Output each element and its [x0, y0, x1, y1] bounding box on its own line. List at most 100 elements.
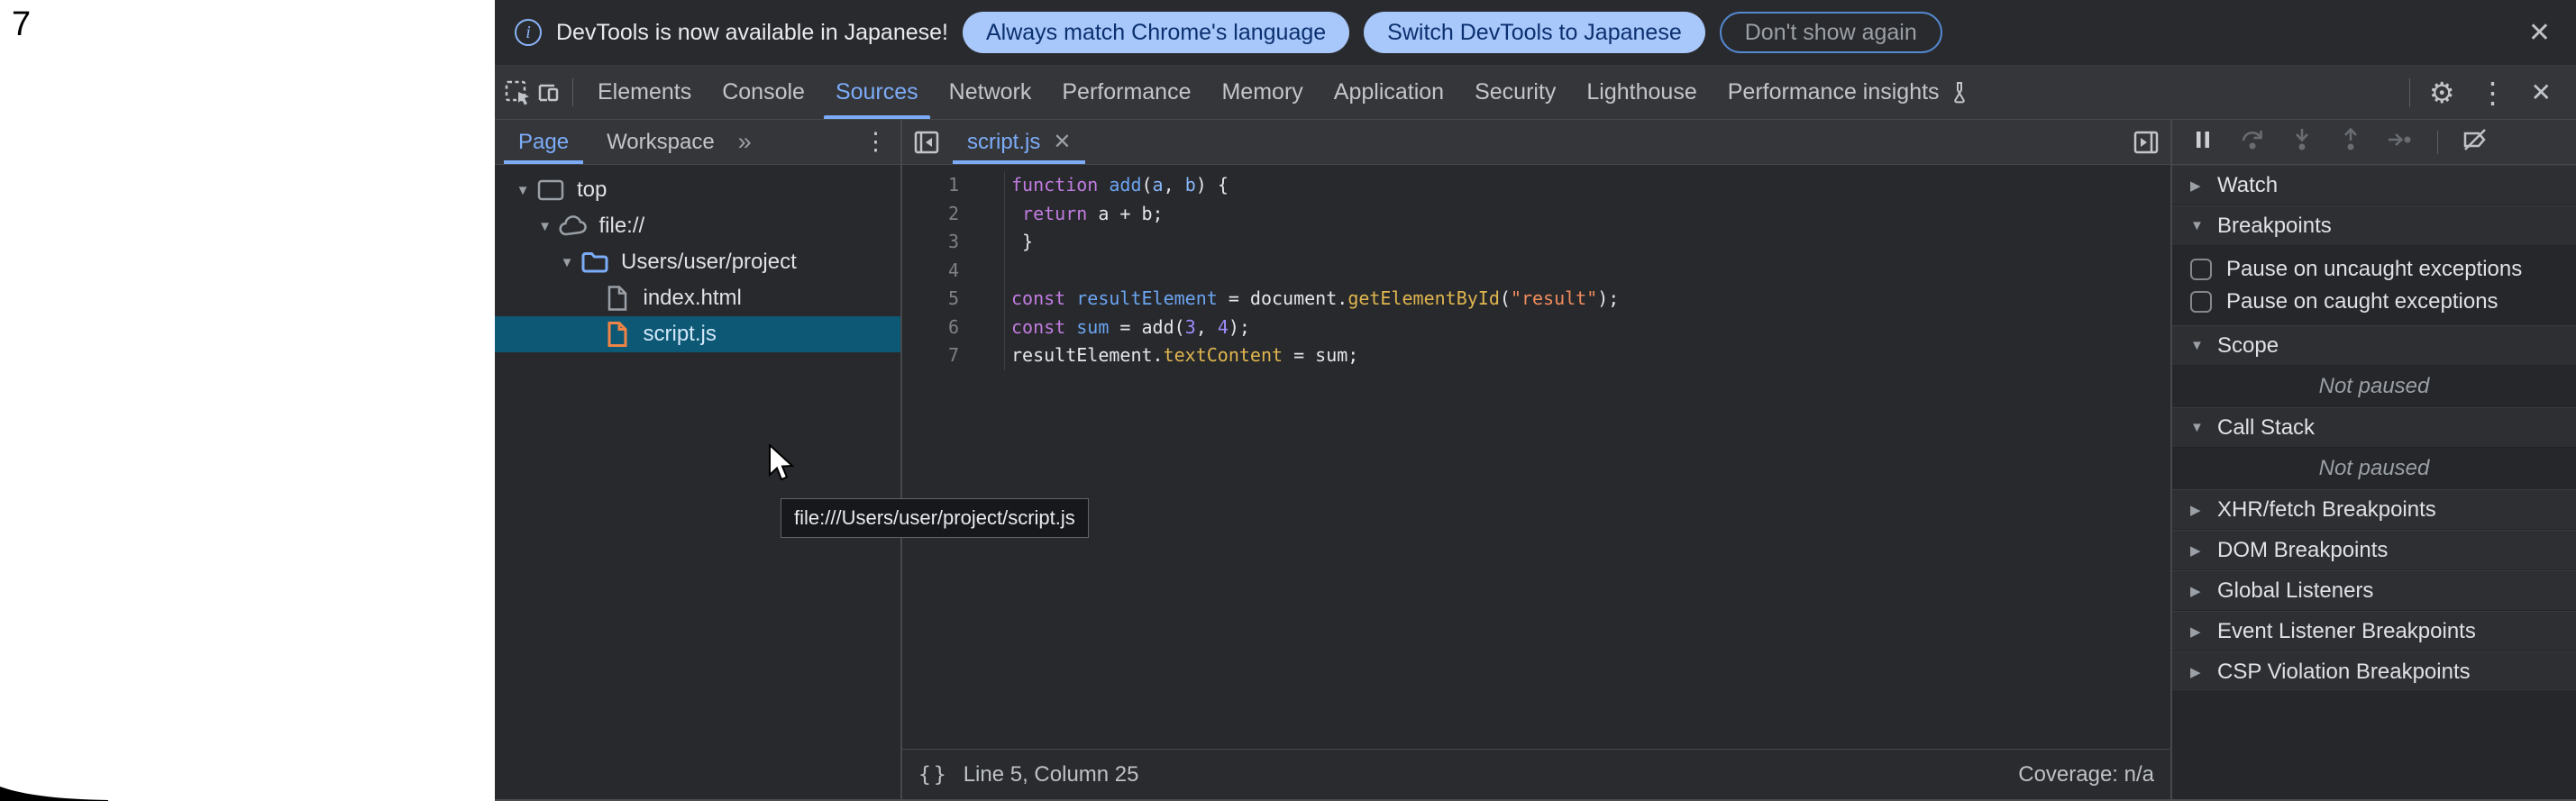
more-tabs-icon[interactable]: » [729, 120, 761, 164]
line-number[interactable]: 4 [902, 257, 1005, 286]
navigator-toolbar: PageWorkspace » ⋮ [495, 120, 900, 165]
code-line-3: 3 } [902, 228, 2170, 257]
toggle-navigator-icon[interactable] [902, 120, 951, 164]
line-number[interactable]: 6 [902, 314, 1005, 342]
editor-tab-close-icon[interactable]: ✕ [1053, 129, 1071, 155]
step-icon[interactable] [2387, 127, 2414, 157]
step-out-icon[interactable] [2338, 127, 2363, 157]
settings-gear-icon[interactable]: ⚙ [2417, 76, 2467, 110]
section-header-call-stack[interactable]: ▼Call Stack [2172, 407, 2576, 448]
dont-show-again-button[interactable]: Don't show again [1720, 12, 1942, 53]
tab-label: Performance [1062, 79, 1191, 105]
kebab-menu-icon[interactable]: ⋮ [2467, 76, 2519, 110]
debugger-sections: ▶Watch▼Breakpoints Pause on uncaught exce… [2172, 165, 2576, 799]
collapsed-triangle-icon: ▶ [2190, 502, 2217, 518]
code-text: const resultElement = document.getElemen… [1005, 285, 1619, 314]
devtools-close-icon[interactable]: ✕ [2519, 77, 2563, 107]
debugger-toolbar [2172, 120, 2576, 165]
step-over-icon[interactable] [2239, 127, 2266, 157]
infobar-close-icon[interactable]: ✕ [2523, 17, 2556, 49]
tab-security[interactable]: Security [1459, 66, 1571, 119]
devtools-window: i DevTools is now available in Japanese!… [495, 0, 2576, 801]
checkbox-label: Pause on uncaught exceptions [2226, 257, 2522, 282]
tree-item-index-html[interactable]: index.html [495, 280, 900, 316]
code-text: const sum = add(3, 4); [1005, 314, 1250, 342]
cursor-position-text: Line 5, Column 25 [964, 762, 1139, 787]
tree-item-label: script.js [644, 322, 717, 347]
section-header-csp-violation-breakpoints[interactable]: ▶CSP Violation Breakpoints [2172, 651, 2576, 692]
tab-performance[interactable]: Performance [1046, 66, 1206, 119]
tab-label: Sources [836, 79, 918, 105]
collapsed-triangle-icon: ▶ [2190, 542, 2217, 559]
file-html-icon [601, 285, 634, 312]
tree-item-top[interactable]: ▼top [495, 172, 900, 208]
section-title: Call Stack [2217, 415, 2315, 441]
tree-item-label: index.html [644, 286, 742, 311]
section-header-dom-breakpoints[interactable]: ▶DOM Breakpoints [2172, 530, 2576, 570]
inspect-element-icon[interactable] [502, 66, 533, 119]
line-number[interactable]: 1 [902, 171, 1005, 200]
tab-memory[interactable]: Memory [1206, 66, 1318, 119]
tab-application[interactable]: Application [1319, 66, 1459, 119]
line-number[interactable]: 2 [902, 200, 1005, 229]
tab-console[interactable]: Console [707, 66, 820, 119]
tab-label: Security [1475, 79, 1556, 105]
section-header-event-listener-breakpoints[interactable]: ▶Event Listener Breakpoints [2172, 611, 2576, 651]
line-number[interactable]: 3 [902, 228, 1005, 257]
code-text: resultElement.textContent = sum; [1005, 341, 1358, 370]
disclosure-triangle-icon[interactable]: ▼ [511, 183, 534, 198]
code-line-5: 5const resultElement = document.getEleme… [902, 285, 2170, 314]
tab-sources[interactable]: Sources [820, 66, 934, 119]
step-into-icon[interactable] [2289, 127, 2315, 157]
section-title: DOM Breakpoints [2217, 538, 2388, 563]
coverage-status-text: Coverage: n/a [2018, 762, 2170, 787]
tab-performance-insights[interactable]: Performance insights [1713, 66, 1986, 119]
pause-icon[interactable] [2190, 127, 2215, 157]
tree-item-script-js[interactable]: script.js [495, 316, 900, 352]
device-toolbar-icon[interactable] [533, 66, 563, 119]
disclosure-triangle-icon[interactable]: ▼ [555, 255, 579, 270]
checkbox-pause-on-caught-exceptions[interactable] [2190, 291, 2212, 313]
tab-network[interactable]: Network [934, 66, 1047, 119]
code-editor[interactable]: 1function add(a, b) {2 return a + b;3 }4… [902, 165, 2170, 749]
line-number[interactable]: 5 [902, 285, 1005, 314]
navigator-tab-workspace[interactable]: Workspace [592, 120, 729, 164]
tree-item-users-user-project[interactable]: ▼Users/user/project [495, 244, 900, 280]
expanded-triangle-icon: ▼ [2190, 218, 2217, 233]
bottom-left-cursor-shape [0, 787, 108, 801]
code-line-7: 7resultElement.textContent = sum; [902, 341, 2170, 370]
section-title: Global Listeners [2217, 578, 2373, 604]
section-header-breakpoints[interactable]: ▼Breakpoints [2172, 205, 2576, 246]
main-toolbar: ElementsConsole Sources Network Performance… [495, 66, 2576, 120]
main-tab-strip: ElementsConsole Sources Network Performance… [582, 66, 1986, 119]
file-path-tooltip: file:///Users/user/project/script.js [781, 498, 1089, 538]
editor-toolbar: script.js ✕ [902, 120, 2170, 165]
paused-status-text: Not paused [2172, 366, 2576, 407]
checkbox-pause-on-uncaught-exceptions[interactable] [2190, 259, 2212, 280]
tab-lighthouse[interactable]: Lighthouse [1571, 66, 1712, 119]
navigator-kebab-icon[interactable]: ⋮ [851, 120, 900, 164]
disclosure-triangle-icon[interactable]: ▼ [534, 219, 557, 234]
code-line-6: 6const sum = add(3, 4); [902, 314, 2170, 342]
section-header-scope[interactable]: ▼Scope [2172, 325, 2576, 366]
toolbar-separator [572, 78, 573, 106]
file-script-icon [601, 321, 634, 348]
editor-tab-label: script.js [967, 130, 1040, 155]
tree-item-file[interactable]: ▼file:// [495, 208, 900, 244]
cloud-icon [557, 213, 589, 240]
section-header-xhr-fetch-breakpoints[interactable]: ▶XHR/fetch Breakpoints [2172, 489, 2576, 530]
navigator-tab-page[interactable]: Page [504, 120, 583, 164]
navigator-tab-strip: PageWorkspace [495, 120, 729, 164]
navigator-pane: PageWorkspace » ⋮ ▼top▼file://▼Users/use… [495, 120, 902, 799]
editor-tab-script-js[interactable]: script.js ✕ [951, 120, 1087, 164]
deactivate-breakpoints-icon[interactable] [2462, 127, 2489, 157]
always-match-language-button[interactable]: Always match Chrome's language [963, 12, 1349, 53]
section-header-watch[interactable]: ▶Watch [2172, 165, 2576, 205]
code-text: function add(a, b) { [1005, 171, 1229, 200]
pretty-print-icon[interactable]: {} [918, 763, 949, 787]
switch-to-japanese-button[interactable]: Switch DevTools to Japanese [1364, 12, 1705, 53]
section-header-global-listeners[interactable]: ▶Global Listeners [2172, 570, 2576, 611]
line-number[interactable]: 7 [902, 341, 1005, 370]
toggle-debugger-sidebar-icon[interactable] [2122, 120, 2170, 164]
tab-elements[interactable]: Elements [582, 66, 707, 119]
